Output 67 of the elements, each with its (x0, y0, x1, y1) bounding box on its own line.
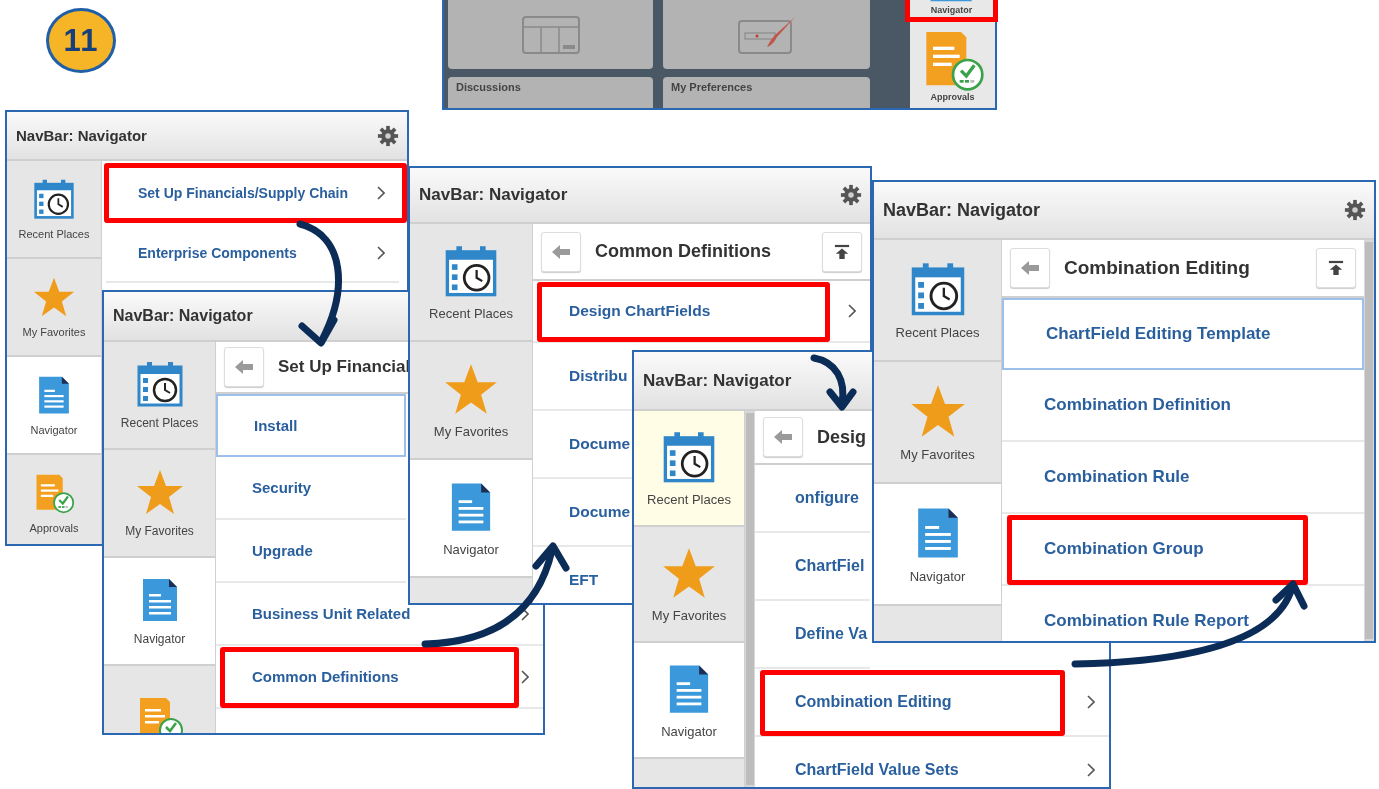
page-title: Set Up Financial (278, 357, 412, 377)
navbar-item[interactable]: Recent Places (104, 342, 215, 450)
calendar-clock-icon (135, 360, 184, 408)
menu-item[interactable]: Enterprise Components (106, 225, 399, 283)
navbar-item[interactable]: Approvals (910, 28, 995, 108)
star-icon (135, 468, 184, 516)
navbar-item[interactable]: Recent Places (634, 411, 744, 527)
settings-icon[interactable] (840, 184, 862, 206)
star-icon (33, 276, 75, 318)
page-title: Common Definitions (595, 241, 772, 262)
settings-icon[interactable] (1344, 199, 1366, 221)
window-title: NavBar: Navigator (419, 185, 568, 205)
back-button[interactable] (541, 231, 581, 272)
menu-item[interactable]: Combination Editing (755, 669, 1109, 737)
navbar-item[interactable]: Navigator (634, 643, 744, 759)
arrow-to-top-icon (1326, 260, 1346, 276)
menu-item[interactable]: Install (216, 394, 406, 457)
back-button[interactable] (763, 417, 803, 457)
navbar-item[interactable]: Approvals (7, 455, 101, 544)
navbar-item[interactable]: Navigator (7, 357, 101, 455)
navbar-item[interactable]: Navigator (874, 484, 1001, 606)
left-arrow-icon (773, 429, 793, 445)
tile-title: Discussions (456, 81, 521, 95)
menu-item[interactable]: ChartField Value Sets (755, 737, 1109, 787)
menu-item[interactable]: Common Definitions (216, 646, 543, 709)
page-title: Combination Editing (1064, 257, 1251, 279)
window-title: NavBar: Navigator (113, 307, 253, 325)
menu-item[interactable]: Set Up Financials/Supply Chain (106, 165, 399, 223)
scrollbar[interactable] (745, 411, 755, 787)
top-button[interactable] (822, 231, 862, 272)
back-button[interactable] (224, 347, 264, 387)
tile-title: My Preferences (671, 81, 753, 95)
menu-item[interactable]: Upgrade (216, 520, 406, 583)
menu-item[interactable]: onfigure (755, 465, 870, 533)
back-button[interactable] (1010, 248, 1050, 288)
navbar-item[interactable]: Recent Places (410, 224, 532, 342)
layout-icon (519, 15, 582, 55)
menu-item[interactable]: Security (216, 457, 406, 520)
calendar-clock-icon (909, 260, 966, 317)
navbar-item[interactable]: Recent Places (7, 161, 101, 259)
left-arrow-icon (551, 243, 571, 260)
tile[interactable]: My Preferences (663, 77, 870, 108)
arrow-to-top-icon (832, 243, 852, 260)
left-arrow-icon (1020, 260, 1040, 276)
navbar-item[interactable]: Navigator (104, 558, 215, 666)
calendar-clock-icon (33, 178, 75, 220)
window-title: NavBar: Navigator (16, 127, 147, 144)
step-number-badge: 11 (46, 8, 116, 73)
settings-icon[interactable] (377, 124, 399, 147)
scrollbar[interactable] (1364, 240, 1374, 641)
top-button[interactable] (1316, 248, 1356, 288)
calendar-clock-icon (444, 243, 498, 298)
menu-item[interactable]: Design ChartFields (533, 281, 870, 343)
menu-item[interactable]: ChartField Editing Template (1002, 298, 1364, 370)
curved-arrow (810, 354, 857, 411)
window-title: NavBar: Navigator (643, 370, 792, 391)
navbar-item[interactable]: Navigator (410, 460, 532, 578)
navbar-item[interactable]: Navigator (905, 0, 998, 22)
calendar-clock-icon (662, 429, 716, 484)
window-title: NavBar: Navigator (883, 199, 1041, 221)
paintbrush-icon (735, 15, 798, 55)
tile[interactable]: Discussions (448, 77, 653, 108)
navbar-item[interactable]: Recent Places (874, 240, 1001, 362)
menu-item[interactable]: Define Va (755, 601, 870, 669)
menu-item[interactable]: ChartFiel (755, 533, 870, 601)
page-title: Desig (817, 426, 868, 448)
left-arrow-icon (234, 359, 254, 375)
